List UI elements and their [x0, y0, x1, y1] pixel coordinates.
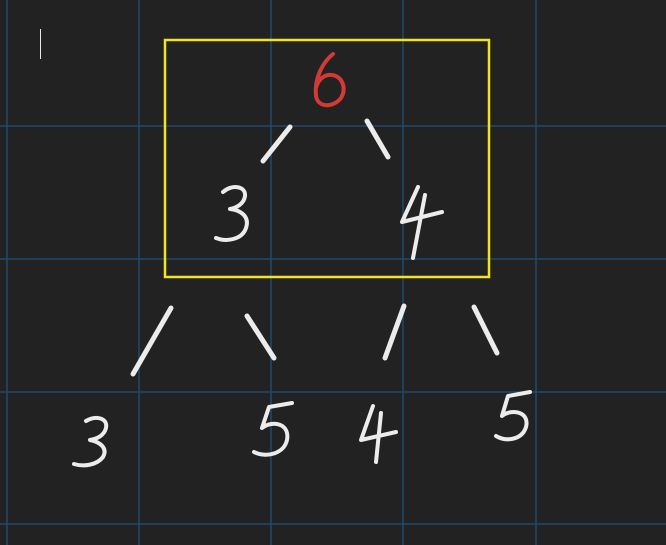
level1-left-label: 3	[232, 213, 233, 215]
digit-4-level1	[400, 185, 444, 260]
digit-5-leaf-2	[494, 390, 532, 442]
text-cursor	[40, 29, 41, 59]
tree-node-level1-right: 4	[400, 185, 444, 260]
tree-leaf-2: 5	[252, 401, 294, 457]
drawing-surface[interactable]: 6 3 4 3 5 4 5	[0, 0, 666, 545]
leaf-4-label: 5	[512, 419, 513, 421]
digit-3-leaf	[72, 415, 109, 468]
digit-3-level1	[214, 185, 249, 242]
branch-4-right	[471, 304, 500, 356]
tree-leaf-3: 4	[359, 404, 398, 464]
digit-4-leaf	[359, 404, 398, 464]
branch-4-left	[382, 303, 407, 361]
branch-root-left	[260, 124, 293, 164]
digit-6-root	[313, 52, 346, 108]
tree-leaf-4: 5	[494, 390, 532, 442]
branch-3-right	[244, 313, 277, 361]
grid	[0, 0, 666, 545]
whiteboard-canvas[interactable]: 6 3 4 3 5 4 5	[0, 0, 666, 545]
digit-5-leaf	[252, 401, 294, 457]
tree-node-level1-left: 3	[214, 185, 249, 242]
tree-leaf-1: 3	[72, 415, 109, 468]
tree-node-root: 6	[313, 52, 346, 108]
leaf-2-label: 5	[272, 431, 273, 433]
root-label: 6	[329, 89, 330, 91]
